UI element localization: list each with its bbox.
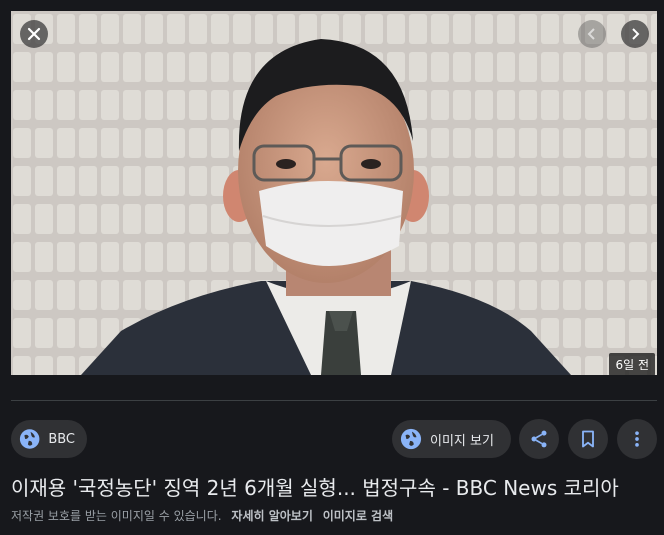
save-button[interactable] xyxy=(568,419,608,459)
visit-image-button[interactable]: 이미지 보기 xyxy=(392,420,511,458)
close-button[interactable] xyxy=(20,20,48,48)
next-image-button[interactable] xyxy=(621,20,649,48)
chevron-right-icon xyxy=(632,28,640,40)
divider xyxy=(11,400,657,401)
copyright-footer: 저작권 보호를 받는 이미지일 수 있습니다. 자세히 알아보기 이미지로 검색 xyxy=(11,507,393,524)
globe-icon xyxy=(400,428,422,450)
more-vert-icon xyxy=(635,431,639,447)
age-badge: 6일 전 xyxy=(609,353,655,375)
share-button[interactable] xyxy=(519,419,559,459)
chevron-left-icon xyxy=(587,28,595,40)
learn-more-link[interactable]: 자세히 알아보기 xyxy=(231,509,312,523)
close-icon xyxy=(27,27,41,41)
preview-image[interactable]: 6일 전 xyxy=(11,11,657,375)
copyright-notice: 저작권 보호를 받는 이미지일 수 있습니다. xyxy=(11,509,222,523)
source-label: BBC xyxy=(48,431,75,447)
result-title[interactable]: 이재용 '국정농단' 징역 2년 6개월 실형... 법정구속 - BBC Ne… xyxy=(11,474,657,502)
previous-image-button[interactable] xyxy=(578,20,606,48)
globe-icon xyxy=(19,429,40,449)
share-icon xyxy=(531,430,547,448)
search-by-image-link[interactable]: 이미지로 검색 xyxy=(323,509,393,523)
bookmark-icon xyxy=(582,430,594,448)
person-photo xyxy=(11,11,657,375)
source-chip[interactable]: BBC xyxy=(11,420,87,458)
visit-label: 이미지 보기 xyxy=(430,433,494,449)
more-options-button[interactable] xyxy=(617,419,657,459)
